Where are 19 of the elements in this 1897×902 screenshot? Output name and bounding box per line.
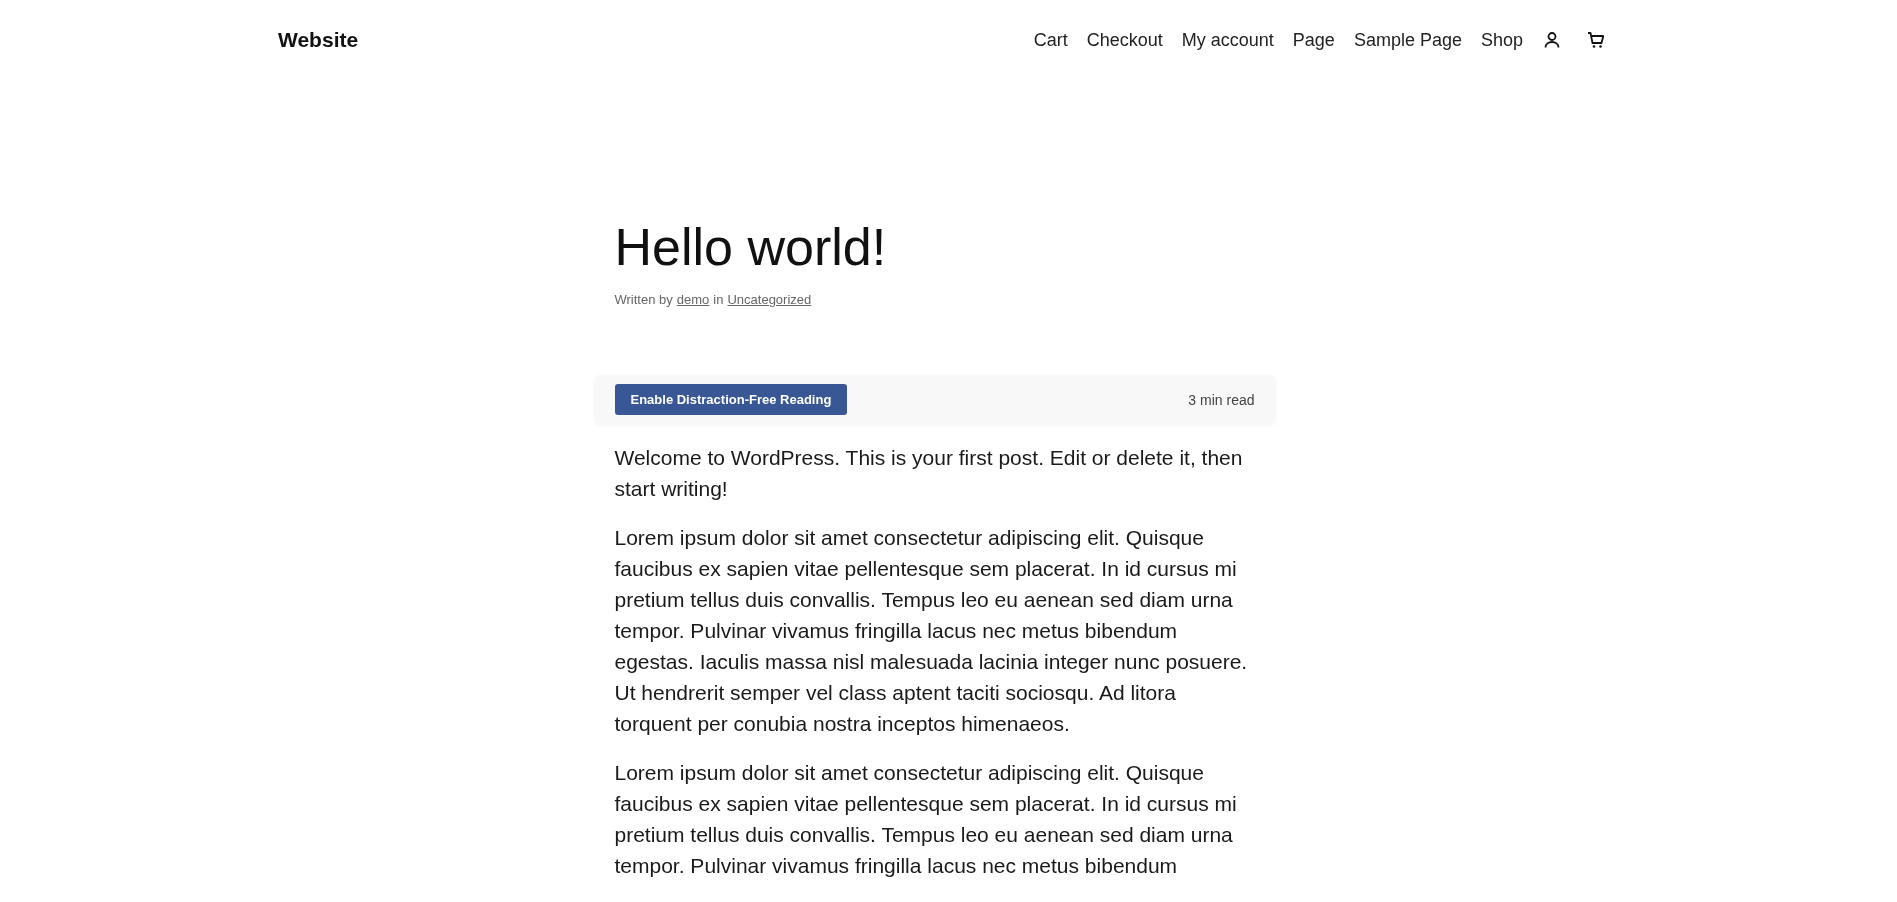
nav-link[interactable]: Checkout	[1086, 29, 1163, 51]
read-time: 3 min read	[1188, 391, 1255, 408]
paragraph: Lorem ipsum dolor sit amet consectetur adipiscing elit. Quisque faucibus ex sapien vitae pellentesque sem placerat. In id cursus mi pretium tellus duis convallis. Tempus leo eu aenean sed diam urna tempor. Pulvinar vivamus fringilla lacus nec metus bibendum egestas. Iaculis massa nisl malesuada lacinia integer nunc posuere. Ut hendrerit semper vel class aptent taciti sociosqu. Ad litora torquent per conubia nostra inceptos himenaeos.	[614, 525, 1249, 738]
category-link[interactable]: Uncategorized	[727, 292, 812, 308]
paragraph: Lorem ipsum dolor sit amet consectetur adipiscing elit. Quisque faucibus ex sapien vitae pellentesque sem placerat. In id cursus mi pretium tellus duis convallis. Tempus leo eu aenean sed diam urna tempor. Pulvinar vivamus fringilla lacus nec metus bibendum	[614, 760, 1238, 880]
nav-link[interactable]: Shop	[1480, 29, 1523, 51]
nav-link[interactable]: Page	[1292, 29, 1335, 51]
site-title[interactable]: Website	[278, 28, 359, 52]
post-title: Hello world!	[614, 217, 888, 278]
nav-link[interactable]: My account	[1181, 29, 1274, 51]
nav-link[interactable]: Cart	[1033, 29, 1068, 51]
cart-icon[interactable]	[1586, 30, 1606, 50]
user-icon[interactable]	[1542, 30, 1562, 50]
author-link[interactable]: demo	[676, 292, 710, 308]
nav-link[interactable]: Sample Page	[1353, 29, 1462, 51]
meta-text: in	[713, 292, 724, 308]
distraction-free-button[interactable]: Enable Distraction-Free Reading	[614, 384, 848, 416]
meta-text: Written by	[614, 292, 673, 308]
paragraph: Welcome to WordPress. This is your first post. Edit or delete it, then start writing!	[614, 445, 1244, 503]
